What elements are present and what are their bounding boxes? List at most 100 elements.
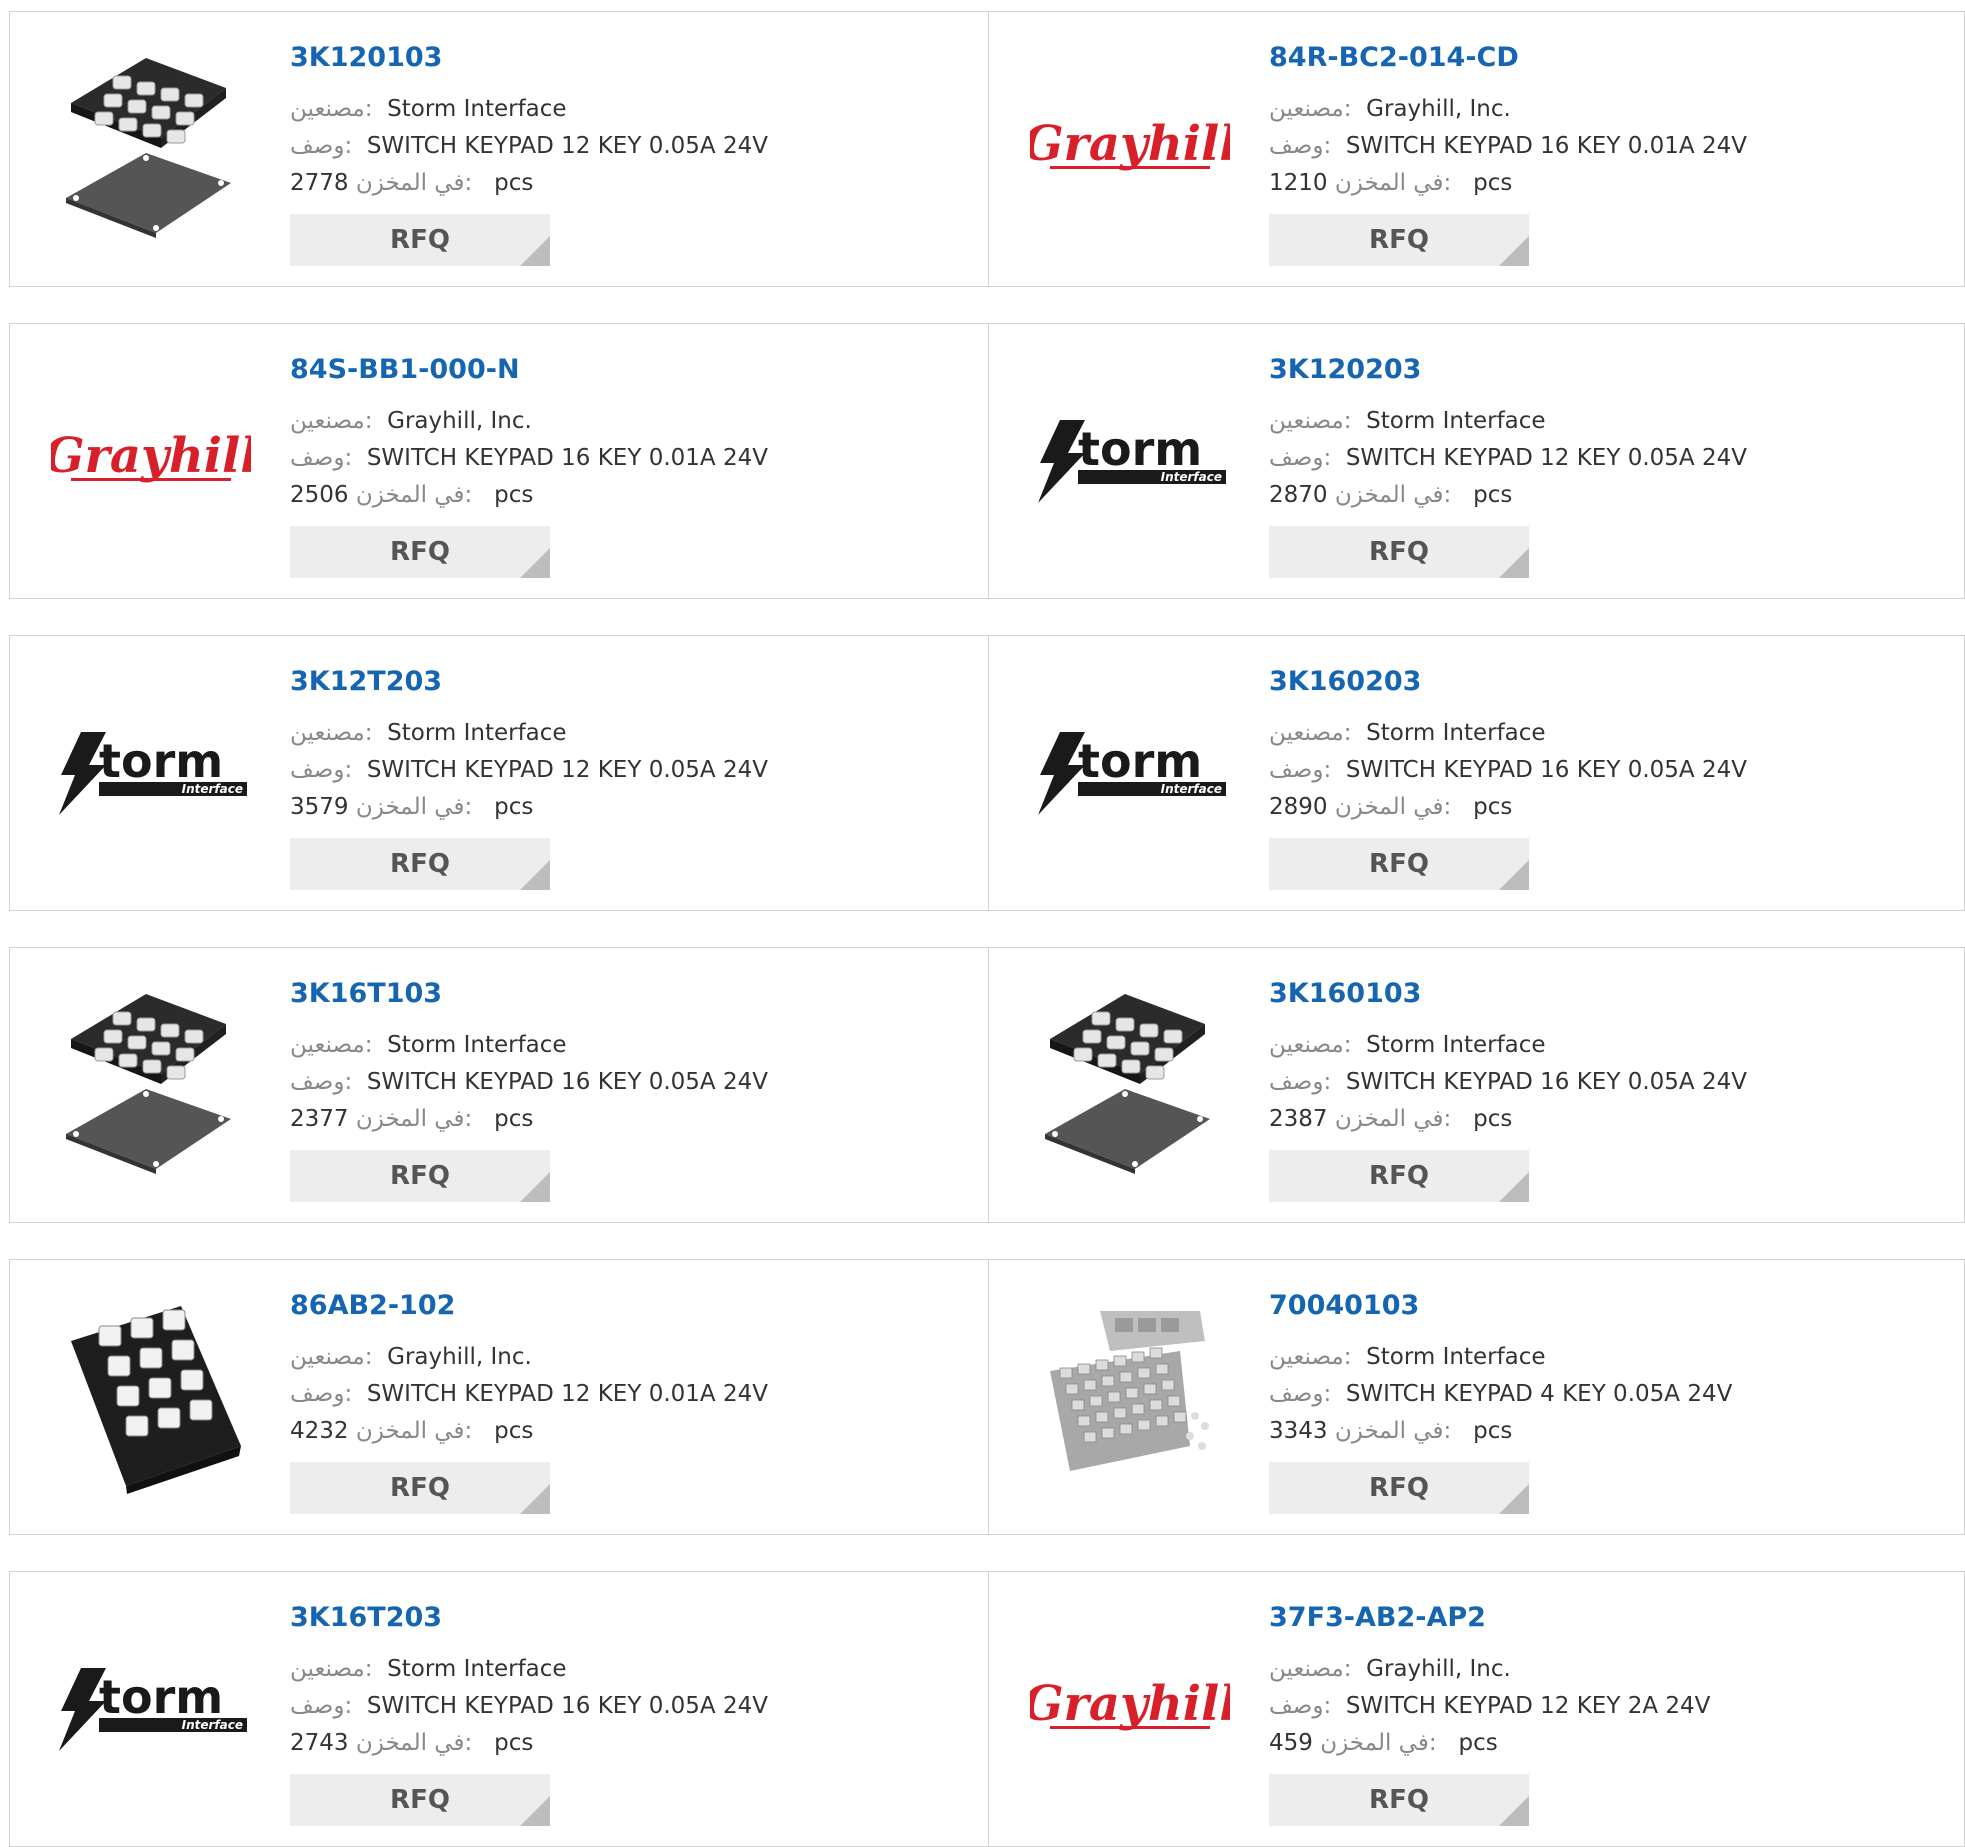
product-image[interactable]: [48, 984, 254, 1184]
rfq-button[interactable]: RFQ: [290, 1150, 550, 1202]
corner-triangle-icon: [1499, 1796, 1529, 1826]
part-number-link[interactable]: 70040103: [1269, 1290, 1419, 1321]
description-label: وصف:: [290, 445, 353, 471]
description-line: وصف: SWITCH KEYPAD 16 KEY 0.05A 24V: [1269, 757, 1747, 783]
svg-text:Interface: Interface: [1161, 470, 1222, 484]
manufacturer-value: Storm Interface: [1366, 1344, 1546, 1370]
keypad-with-gasket-icon: [1045, 994, 1210, 1174]
manufacturer-value: Storm Interface: [387, 96, 567, 122]
part-number-link[interactable]: 3K120203: [1269, 354, 1421, 385]
stock-value: 2870: [1269, 482, 1328, 508]
stock-line: 2870 في المخزن: pcs: [1269, 482, 1512, 508]
stock-value: 2377: [290, 1106, 349, 1132]
part-number-link[interactable]: 86AB2-102: [290, 1290, 455, 1321]
corner-triangle-icon: [520, 860, 550, 890]
product-card: torm Interface 3K160203 مصنعين: Storm In…: [988, 636, 1965, 910]
product-image[interactable]: torm Interface: [48, 1608, 254, 1808]
rfq-button[interactable]: RFQ: [1269, 1150, 1529, 1202]
description-value: SWITCH KEYPAD 16 KEY 0.01A 24V: [1345, 133, 1747, 159]
product-grid: 3K120103 مصنعين: Storm Interface وصف: SW…: [0, 0, 1965, 1847]
product-image[interactable]: torm Interface: [48, 672, 254, 872]
stock-value: 3579: [290, 794, 349, 820]
rfq-button[interactable]: RFQ: [290, 526, 550, 578]
stock-value: 2387: [1269, 1106, 1328, 1132]
corner-triangle-icon: [520, 1796, 550, 1826]
rfq-button[interactable]: RFQ: [290, 838, 550, 890]
product-image[interactable]: Grayhill: [1027, 48, 1233, 248]
corner-triangle-icon: [1499, 1172, 1529, 1202]
product-card: torm Interface 3K16T203 مصنعين: Storm In…: [10, 1572, 988, 1846]
stock-unit: pcs: [494, 1106, 534, 1132]
part-number-link[interactable]: 3K160203: [1269, 666, 1421, 697]
manufacturer-value: Grayhill, Inc.: [1366, 96, 1511, 122]
description-value: SWITCH KEYPAD 16 KEY 0.05A 24V: [366, 1693, 768, 1719]
manufacturer-label: مصنعين:: [290, 1032, 373, 1058]
part-number-link[interactable]: 37F3-AB2-AP2: [1269, 1602, 1486, 1633]
rfq-button[interactable]: RFQ: [1269, 1462, 1529, 1514]
product-image[interactable]: Grayhill: [1027, 1608, 1233, 1808]
description-label: وصف:: [1269, 757, 1332, 783]
storm-logo-icon: torm Interface: [59, 1668, 247, 1751]
manufacturer-label: مصنعين:: [1269, 96, 1352, 122]
rfq-label: RFQ: [1369, 1473, 1429, 1503]
product-card: 3K120103 مصنعين: Storm Interface وصف: SW…: [10, 12, 988, 286]
part-number-link[interactable]: 3K16T103: [290, 978, 442, 1009]
part-number-link[interactable]: 3K160103: [1269, 978, 1421, 1009]
stock-value: 2506: [290, 482, 349, 508]
rfq-button[interactable]: RFQ: [1269, 214, 1529, 266]
part-number-link[interactable]: 3K12T203: [290, 666, 442, 697]
svg-text:torm: torm: [1078, 734, 1202, 788]
rfq-label: RFQ: [1369, 1785, 1429, 1815]
storm-logo-icon: torm Interface: [1038, 420, 1226, 503]
corner-triangle-icon: [1499, 860, 1529, 890]
stock-unit: pcs: [494, 1730, 534, 1756]
product-card: torm Interface 3K12T203 مصنعين: Storm In…: [10, 636, 988, 910]
product-image[interactable]: torm Interface: [1027, 360, 1233, 560]
manufacturer-label: مصنعين:: [1269, 408, 1352, 434]
description-line: وصف: SWITCH KEYPAD 12 KEY 0.01A 24V: [290, 1381, 768, 1407]
description-label: وصف:: [290, 1693, 353, 1719]
storm-logo-icon: torm Interface: [59, 732, 247, 815]
rfq-button[interactable]: RFQ: [1269, 526, 1529, 578]
product-card: Grayhill 84S-BB1-000-N مصنعين: Grayhill,…: [10, 324, 988, 598]
rfq-button[interactable]: RFQ: [290, 1462, 550, 1514]
keypad-with-gasket-icon: [66, 58, 231, 238]
part-number-link[interactable]: 84R-BC2-014-CD: [1269, 42, 1519, 73]
corner-triangle-icon: [1499, 1484, 1529, 1514]
manufacturer-line: مصنعين: Grayhill, Inc.: [1269, 1656, 1511, 1682]
rfq-button[interactable]: RFQ: [290, 1774, 550, 1826]
part-number-link[interactable]: 84S-BB1-000-N: [290, 354, 520, 385]
description-label: وصف:: [290, 133, 353, 159]
product-image[interactable]: [48, 1296, 254, 1496]
product-image[interactable]: [1027, 984, 1233, 1184]
part-number-link[interactable]: 3K16T203: [290, 1602, 442, 1633]
description-value: SWITCH KEYPAD 12 KEY 2A 24V: [1345, 1693, 1711, 1719]
part-number-link[interactable]: 3K120103: [290, 42, 442, 73]
stock-unit: pcs: [1473, 1418, 1513, 1444]
product-image[interactable]: torm Interface: [1027, 672, 1233, 872]
product-image[interactable]: [48, 48, 254, 248]
rfq-label: RFQ: [390, 1785, 450, 1815]
description-value: SWITCH KEYPAD 12 KEY 0.01A 24V: [366, 1381, 768, 1407]
product-image[interactable]: Grayhill: [48, 360, 254, 560]
manufacturer-label: مصنعين:: [290, 1344, 373, 1370]
corner-triangle-icon: [1499, 548, 1529, 578]
stock-line: 459 في المخزن: pcs: [1269, 1730, 1498, 1756]
rfq-button[interactable]: RFQ: [1269, 1774, 1529, 1826]
stock-value: 4232: [290, 1418, 349, 1444]
manufacturer-line: مصنعين: Grayhill, Inc.: [290, 1344, 532, 1370]
manufacturer-value: Storm Interface: [387, 1032, 567, 1058]
description-value: SWITCH KEYPAD 12 KEY 0.05A 24V: [366, 757, 768, 783]
description-label: وصف:: [290, 1381, 353, 1407]
description-value: SWITCH KEYPAD 16 KEY 0.05A 24V: [1345, 757, 1747, 783]
rfq-button[interactable]: RFQ: [1269, 838, 1529, 890]
product-row: 3K16T103 مصنعين: Storm Interface وصف: SW…: [9, 947, 1965, 1223]
product-image[interactable]: [1027, 1296, 1233, 1496]
stock-line: 3343 في المخزن: pcs: [1269, 1418, 1512, 1444]
rfq-label: RFQ: [1369, 849, 1429, 879]
manufacturer-value: Grayhill, Inc.: [387, 408, 532, 434]
rfq-button[interactable]: RFQ: [290, 214, 550, 266]
svg-text:Grayhill: Grayhill: [51, 428, 251, 484]
manufacturer-label: مصنعين:: [1269, 1656, 1352, 1682]
description-label: وصف:: [1269, 1381, 1332, 1407]
